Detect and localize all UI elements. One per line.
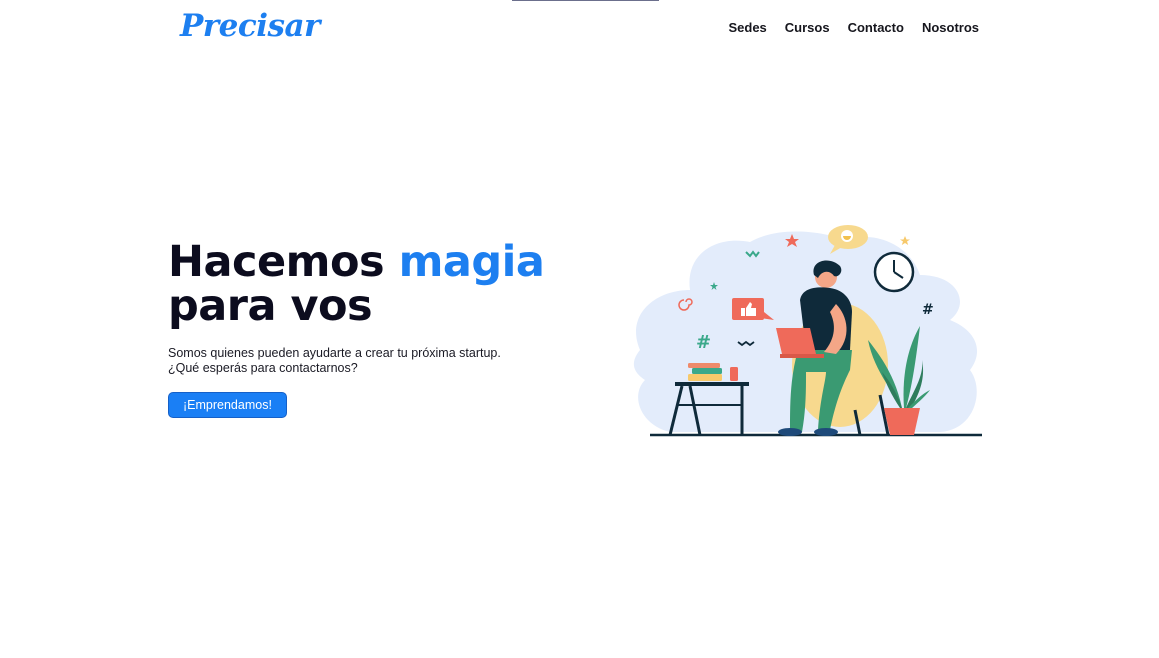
hero-illustration: # #	[633, 225, 982, 437]
nav-nosotros[interactable]: Nosotros	[922, 20, 979, 35]
site-header: Precisar Sedes Cursos Contacto Nosotros	[0, 0, 1159, 56]
cta-button[interactable]: ¡Emprendamos!	[168, 392, 287, 418]
books-icon	[688, 363, 722, 381]
hero-description-line2: ¿Qué esperás para contactarnos?	[168, 361, 358, 375]
hero-title-part1: Hacemos	[168, 237, 399, 287]
cup-icon	[730, 367, 738, 381]
hero-description: Somos quienes pueden ayudarte a crear tu…	[168, 346, 588, 376]
nav-contacto[interactable]: Contacto	[848, 20, 904, 35]
brand-logo[interactable]: Precisar	[180, 8, 320, 44]
hero-section: Hacemos magia para vos Somos quienes pued…	[168, 240, 588, 418]
main-nav: Sedes Cursos Contacto Nosotros	[728, 20, 979, 35]
star-icon	[900, 236, 910, 245]
clock-icon	[873, 251, 915, 293]
hero-description-line1: Somos quienes pueden ayudarte a crear tu…	[168, 346, 501, 360]
nav-cursos[interactable]: Cursos	[785, 20, 830, 35]
nav-sedes[interactable]: Sedes	[728, 20, 766, 35]
hero-title: Hacemos magia para vos	[168, 240, 588, 328]
hero-title-part2: para vos	[168, 281, 373, 331]
hash-icon: #	[696, 332, 711, 353]
hash-icon: #	[922, 302, 934, 318]
hero-title-accent: magia	[398, 237, 545, 287]
